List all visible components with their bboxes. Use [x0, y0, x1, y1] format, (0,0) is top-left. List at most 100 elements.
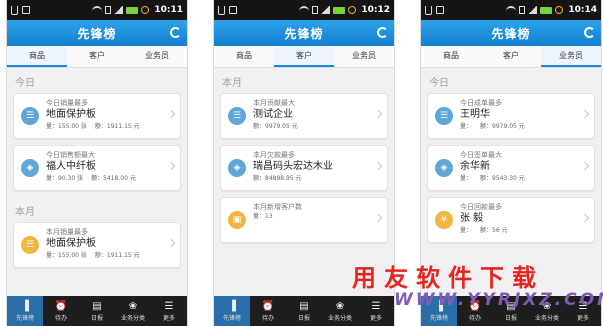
card-name: 余华新 [460, 161, 490, 172]
card-metric: 额：84898.95 元 [253, 175, 302, 182]
ranking-card[interactable]: ☰ 今日成单最多 王明华量： 额：9979.05 元 [427, 93, 595, 139]
chevron-right-icon [166, 238, 176, 248]
card-caption: 今日回款最多 [460, 203, 502, 211]
card-metrics: 量： 额：9979.05 元 [460, 122, 580, 132]
sim-icon [519, 6, 526, 14]
card-body: 今日签单最大 余华新 量： 额：9543.30 元 [460, 150, 580, 184]
notification-icon [436, 6, 444, 14]
ranking-card[interactable]: ▣ 本月新增客户数 量：13 [220, 197, 388, 243]
card-metrics: 量：155.00 张额：1911.15 元 [46, 251, 166, 261]
card-metric: 量： [460, 123, 473, 130]
card-caption: 本月贡献最大 [253, 99, 295, 107]
signal-icon [114, 6, 124, 14]
tab-products[interactable]: 商品 [7, 46, 67, 67]
card-body: 今日销售额最大 福人中纤板 量：90.30 张额：5418.00 元 [46, 150, 166, 184]
bar-chart-icon: ☰ [21, 107, 39, 125]
refresh-icon[interactable] [377, 27, 388, 38]
bar-chart-icon: ☰ [435, 107, 453, 125]
ranking-card[interactable]: ◈ 今日签单最大 余华新 量： 额：9543.30 元 [427, 145, 595, 191]
sim-icon [312, 6, 319, 14]
signal-icon [321, 6, 331, 14]
title-bar: 先锋榜 [214, 20, 394, 46]
status-bar: 10:12 [214, 0, 394, 20]
card-metric: 额：56 元 [480, 227, 508, 234]
card-name: 王明华 [460, 109, 490, 120]
tab-salespeople[interactable]: 业务员 [334, 46, 394, 67]
page-title: 先锋榜 [491, 26, 531, 41]
tab-customers[interactable]: 客户 [274, 46, 334, 67]
usb-icon [218, 5, 225, 15]
tab-customers[interactable]: 客户 [481, 46, 541, 67]
card-metric: 额：9979.05 元 [253, 123, 298, 130]
section-label: 本月 [15, 207, 35, 218]
nav-todo[interactable]: ⏰ 待办 [250, 296, 286, 326]
card-caption: 今日销售额最大 [46, 151, 95, 159]
calendar-icon: ▤ [299, 300, 309, 312]
bottom-nav: ▐ 先锋榜 ⏰ 待办 ▤ 日报 ❀ 业务分类 ☰ 更多 [7, 296, 187, 326]
card-name: 测试企业 [253, 109, 293, 120]
ranking-card[interactable]: ◈ 今日销售额最大 福人中纤板 量：90.30 张额：5418.00 元 [13, 145, 181, 191]
alarm-icon [348, 6, 357, 14]
chevron-right-icon [373, 213, 383, 223]
wifi-icon [299, 6, 310, 14]
page-title: 先锋榜 [77, 26, 117, 41]
chevron-right-icon [166, 109, 176, 119]
nav-label: 待办 [54, 314, 67, 322]
card-metric: 额：5418.00 元 [91, 175, 136, 182]
nav-label: 待办 [261, 314, 274, 322]
status-left [218, 5, 237, 15]
ranking-card[interactable]: ¥ 今日回款最多张 毅量： 额：56 元 [427, 197, 595, 243]
card-metrics: 额：9979.05 元 [253, 122, 373, 132]
notification-icon [22, 6, 30, 14]
tab-bar: 商品 客户 业务员 [421, 46, 601, 68]
nav-label: 业务分类 [120, 314, 145, 322]
calendar-icon: ▤ [92, 300, 102, 312]
nav-rankings[interactable]: ▐ 先锋榜 [214, 296, 250, 326]
tab-products[interactable]: 商品 [421, 46, 481, 67]
card-name: 福人中纤板 [46, 161, 96, 172]
nav-daily-report[interactable]: ▤ 日报 [286, 296, 322, 326]
card-metrics: 量：13 [253, 212, 373, 222]
nav-business-categories[interactable]: ❀ 业务分类 [115, 296, 151, 326]
status-right: 10:11 [92, 5, 183, 15]
status-left [425, 5, 444, 15]
chevron-right-icon [373, 161, 383, 171]
card-name: 地面保护板 [46, 238, 96, 249]
title-bar: 先锋榜 [7, 20, 187, 46]
tab-salespeople[interactable]: 业务员 [541, 46, 601, 67]
ranking-card[interactable]: ☰ 今日销量最多 地面保护板 量：155.00 张额：1911.15 元 [13, 93, 181, 139]
tab-customers[interactable]: 客户 [67, 46, 127, 67]
ranking-card[interactable]: ☰ 本月贡献最大 测试企业 额：9979.05 元 [220, 93, 388, 139]
ranking-card[interactable]: ◈ 本月欠款最多 瑞昌码头宏达木业 额：84898.95 元 [220, 145, 388, 191]
ranking-list: 今日 ☰ 今日成单最多 王明华量： 额：9979.05 元 ◈ 今日签单最大 余华新 量： 额：9… [421, 68, 601, 243]
refresh-icon[interactable] [170, 27, 181, 38]
status-time: 10:14 [568, 5, 597, 15]
card-body: 今日成单最多 王明华量： 额：9979.05 元 [460, 98, 580, 132]
card-metric: 额：9979.05 元 [480, 123, 525, 130]
bar-chart-icon: ▐ [21, 300, 29, 312]
alarm-clock-icon: ⏰ [261, 300, 275, 312]
wifi-icon [92, 6, 103, 14]
nav-daily-report[interactable]: ▤ 日报 [79, 296, 115, 326]
status-time: 10:11 [154, 5, 183, 15]
card-metrics: 量： 额：56 元 [460, 226, 580, 236]
card-caption: 今日成单最多 [460, 99, 502, 107]
nav-todo[interactable]: ⏰ 待办 [43, 296, 79, 326]
status-left [11, 5, 30, 15]
nav-more[interactable]: ☰ 更多 [151, 296, 187, 326]
card-metric: 量：13 [253, 213, 273, 220]
section-label: 今日 [429, 78, 449, 89]
nav-rankings[interactable]: ▐ 先锋榜 [7, 296, 43, 326]
watermark-url: WWW.YYRJXZ.COM [394, 290, 603, 310]
nav-label: 更多 [162, 314, 175, 322]
ranking-card[interactable]: ☰ 本月销量最多 地面保护板 量：155.00 张额：1911.15 元 [13, 222, 181, 268]
briefcase-icon: ▣ [228, 211, 246, 229]
card-body: 本月销量最多 地面保护板 量：155.00 张额：1911.15 元 [46, 227, 166, 261]
ranking-list: 本月 ☰ 本月贡献最大 测试企业 额：9979.05 元 ◈ 本月欠款最多 瑞昌码头宏达木业额… [214, 68, 394, 243]
watermark-logo: 用友软件下载 WWW.YYRJXZ.COM [352, 258, 603, 324]
tab-salespeople[interactable]: 业务员 [127, 46, 187, 67]
card-metric: 额：1911.15 元 [94, 123, 140, 130]
refresh-icon[interactable] [584, 27, 595, 38]
battery-icon [126, 6, 139, 14]
tab-products[interactable]: 商品 [214, 46, 274, 67]
